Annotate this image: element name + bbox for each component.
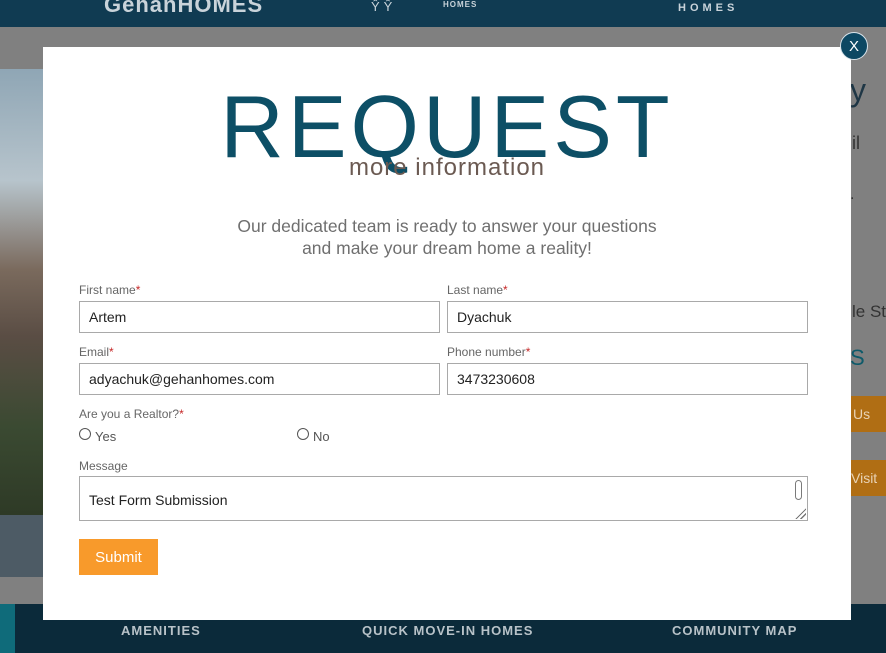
email-label-text: Email (79, 345, 110, 359)
community-heading: y (850, 72, 866, 108)
resize-handle-icon[interactable] (794, 507, 806, 519)
phone-label: Phone number* (447, 345, 530, 359)
modal-subtitle: more information (348, 154, 546, 181)
last-name-input[interactable] (447, 301, 808, 333)
close-modal-button[interactable]: X (840, 32, 868, 60)
first-name-label: First name* (79, 283, 140, 297)
message-label: Message (79, 459, 128, 473)
partner-logo: HOMES (678, 2, 739, 14)
phone-label-text: Phone number (447, 345, 526, 359)
email-input[interactable] (79, 363, 440, 395)
description-line: Our dedicated team is ready to answer yo… (237, 216, 657, 236)
nav-community-map[interactable]: COMMUNITY MAP (672, 623, 797, 638)
photo-caption-band (0, 515, 43, 577)
community-detail-text: il (852, 133, 860, 153)
description-line: and make your dream home a reality! (302, 238, 592, 258)
first-name-input[interactable] (79, 301, 440, 333)
scrollbar-thumb[interactable] (795, 480, 802, 500)
textarea-scrollbar[interactable] (792, 478, 806, 505)
message-text[interactable]: Test Form Submission (89, 492, 227, 508)
phone-input[interactable] (447, 363, 808, 395)
site-header: GehanHOMES ŶŶ HOMES HOMES (0, 0, 886, 27)
request-info-modal: REQUEST more information Our dedicated t… (43, 47, 851, 620)
realtor-label: Are you a Realtor?* (79, 407, 184, 421)
nav-accent (0, 604, 15, 653)
schedule-visit-button-label: Visit (851, 470, 878, 486)
required-marker: * (135, 283, 141, 297)
last-name-label: Last name* (447, 283, 508, 297)
community-address-text: le St (852, 302, 886, 321)
contact-us-button[interactable]: Us (851, 396, 886, 432)
home-photo (0, 69, 43, 515)
realtor-yes-label[interactable]: Yes (95, 430, 116, 444)
realtor-no-label[interactable]: No (313, 430, 330, 444)
required-marker: * (179, 407, 184, 421)
realtor-label-text: Are you a Realtor? (79, 407, 180, 421)
required-marker: * (525, 345, 531, 359)
realtor-no-radio[interactable] (297, 428, 309, 440)
contact-us-button-label: Us (853, 406, 871, 422)
submit-button[interactable]: Submit (79, 539, 158, 575)
required-marker: * (503, 283, 508, 297)
email-label: Email* (79, 345, 114, 359)
message-label-text: Message (79, 459, 128, 473)
schedule-visit-button[interactable]: Visit (851, 460, 886, 496)
first-name-label-text: First name (79, 283, 136, 297)
message-textarea[interactable]: Test Form Submission (79, 476, 808, 521)
nav-amenities[interactable]: AMENITIES (121, 623, 201, 638)
required-marker: * (109, 345, 114, 359)
gehan-homes-logo[interactable]: GehanHOMES (104, 0, 263, 18)
community-logo-text: HOMES (443, 0, 478, 9)
last-name-label-text: Last name (447, 283, 504, 297)
realtor-yes-radio[interactable] (79, 428, 91, 440)
nav-quick-move-in-homes[interactable]: QUICK MOVE-IN HOMES (362, 623, 533, 638)
community-logo-icon: ŶŶ (371, 0, 397, 14)
modal-description: Our dedicated team is ready to answer yo… (43, 215, 851, 259)
community-price-text: S (850, 345, 865, 370)
